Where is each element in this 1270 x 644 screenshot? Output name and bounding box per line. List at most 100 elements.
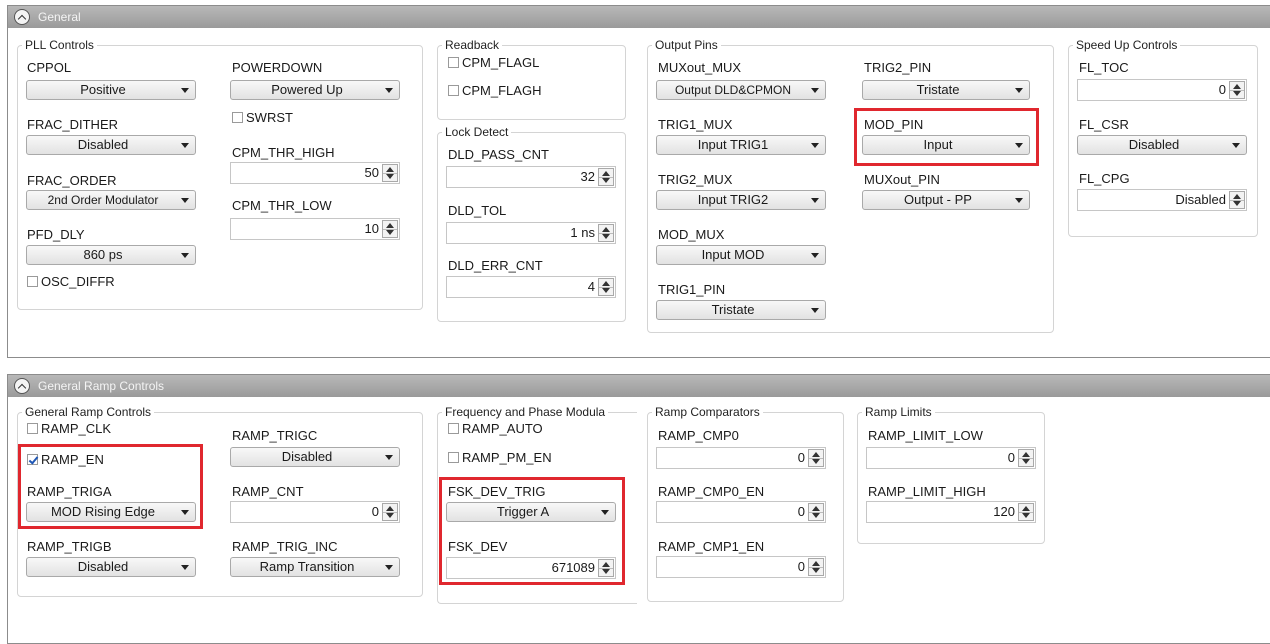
checkbox-icon [27, 276, 38, 287]
ramp-cnt-label: RAMP_CNT [232, 484, 304, 499]
powerdown-dropdown[interactable]: Powered Up [230, 80, 400, 100]
muxout-mux-label: MUXout_MUX [658, 60, 742, 75]
chevron-down-icon [811, 308, 819, 313]
spinner-icon[interactable] [808, 503, 824, 521]
ramp-limit-high-label: RAMP_LIMIT_HIGH [868, 484, 986, 499]
cpm-thr-low-label: CPM_THR_LOW [232, 198, 332, 213]
cpm-thr-high-input[interactable]: 50 [230, 162, 400, 184]
spinner-icon[interactable] [382, 220, 398, 238]
chevron-down-icon [181, 565, 189, 570]
muxout-pin-value: Output - PP [904, 192, 972, 207]
ramp-limit-high-input[interactable]: 120 [866, 501, 1036, 523]
ramp-trigc-value: Disabled [281, 449, 333, 464]
fl-cpg-label: FL_CPG [1079, 171, 1130, 186]
chevron-down-icon [1015, 198, 1023, 203]
ramp-cmp1-en-input[interactable]: 0 [656, 556, 826, 578]
trig1-mux-dropdown[interactable]: Input TRIG1 [656, 135, 826, 155]
ramp-cmp0-en-value: 0 [797, 504, 805, 519]
spinner-icon[interactable] [382, 503, 398, 521]
trig2-pin-value: Tristate [916, 82, 960, 97]
ramp-trigc-label: RAMP_TRIGC [232, 428, 318, 443]
spinner-icon[interactable] [598, 224, 614, 242]
spinner-icon[interactable] [382, 164, 398, 182]
chevron-down-icon [181, 253, 189, 258]
general-section-header[interactable]: General [8, 6, 1270, 28]
general-ramp-section-header[interactable]: General Ramp Controls [8, 375, 1270, 397]
spinner-icon[interactable] [808, 449, 824, 467]
cppol-dropdown[interactable]: Positive [26, 80, 196, 100]
chevron-down-icon [811, 143, 819, 148]
cpm-flagh-label: CPM_FLAGH [462, 83, 542, 98]
frac-order-dropdown[interactable]: 2nd Order Modulator [26, 190, 196, 210]
spinner-icon[interactable] [1018, 503, 1034, 521]
ramp-cmp0-en-input[interactable]: 0 [656, 501, 826, 523]
ramp-cmp0-value: 0 [797, 450, 805, 465]
trig2-mux-dropdown[interactable]: Input TRIG2 [656, 190, 826, 210]
cpm-thr-low-input[interactable]: 10 [230, 218, 400, 240]
dld-err-cnt-value: 4 [587, 279, 595, 294]
ramp-en-triga-highlight [18, 444, 203, 529]
ramp-trigc-dropdown[interactable]: Disabled [230, 447, 400, 467]
osc-diffr-checkbox[interactable]: OSC_DIFFR [27, 274, 115, 290]
ramp-trig-inc-dropdown[interactable]: Ramp Transition [230, 557, 400, 577]
ramp-auto-checkbox[interactable]: RAMP_AUTO [448, 421, 543, 437]
ramp-cmp0-input[interactable]: 0 [656, 447, 826, 469]
ramp-pm-en-checkbox[interactable]: RAMP_PM_EN [448, 450, 552, 466]
fl-toc-input[interactable]: 0 [1077, 79, 1247, 101]
chevron-down-icon [811, 253, 819, 258]
ramp-clk-checkbox[interactable]: RAMP_CLK [27, 421, 111, 437]
fl-cpg-input[interactable]: Disabled [1077, 189, 1247, 211]
chevron-down-icon [1232, 143, 1240, 148]
spinner-icon[interactable] [808, 558, 824, 576]
trig1-mux-value: Input TRIG1 [697, 137, 769, 152]
dld-tol-label: DLD_TOL [448, 203, 507, 218]
readback-title: Readback [442, 38, 503, 52]
powerdown-value: Powered Up [271, 82, 343, 97]
spinner-icon[interactable] [1229, 191, 1245, 209]
muxout-pin-dropdown[interactable]: Output - PP [862, 190, 1030, 210]
collapse-icon[interactable] [14, 378, 30, 394]
ramp-auto-label: RAMP_AUTO [462, 421, 543, 436]
ramp-pm-en-label: RAMP_PM_EN [462, 450, 552, 465]
collapse-icon[interactable] [14, 9, 30, 25]
fl-toc-label: FL_TOC [1079, 60, 1129, 75]
dld-err-cnt-input[interactable]: 4 [446, 276, 616, 298]
ramp-trig-inc-label: RAMP_TRIG_INC [232, 539, 338, 554]
dld-err-cnt-label: DLD_ERR_CNT [448, 258, 543, 273]
dld-pass-cnt-input[interactable]: 32 [446, 166, 616, 188]
trig2-mux-value: Input TRIG2 [697, 192, 769, 207]
ramp-trigb-label: RAMP_TRIGB [27, 539, 112, 554]
spinner-icon[interactable] [1018, 449, 1034, 467]
chevron-down-icon [1015, 88, 1023, 93]
cpm-flagl-checkbox[interactable]: CPM_FLAGL [448, 55, 539, 71]
mod-pin-highlight [854, 108, 1039, 166]
trig2-pin-dropdown[interactable]: Tristate [862, 80, 1030, 100]
pfd-dly-dropdown[interactable]: 860 ps [26, 245, 196, 265]
general-section-title: General [38, 10, 81, 24]
frac-order-value: 2nd Order Modulator [47, 193, 159, 207]
checkbox-icon [27, 423, 38, 434]
frac-dither-dropdown[interactable]: Disabled [26, 135, 196, 155]
cpm-thr-low-value: 10 [364, 221, 379, 236]
spinner-icon[interactable] [1229, 81, 1245, 99]
ramp-trigb-dropdown[interactable]: Disabled [26, 557, 196, 577]
swrst-checkbox[interactable]: SWRST [232, 110, 293, 126]
trig1-pin-dropdown[interactable]: Tristate [656, 300, 826, 320]
general-ramp-controls-title: General Ramp Controls [22, 405, 155, 419]
chevron-down-icon [385, 88, 393, 93]
spinner-icon[interactable] [598, 168, 614, 186]
ramp-limit-low-input[interactable]: 0 [866, 447, 1036, 469]
dld-pass-cnt-value: 32 [580, 169, 595, 184]
cppol-value: Positive [80, 82, 126, 97]
frac-dither-value: Disabled [77, 137, 129, 152]
cpm-flagh-checkbox[interactable]: CPM_FLAGH [448, 83, 541, 99]
muxout-mux-dropdown[interactable]: Output DLD&CPMON [656, 80, 826, 100]
ramp-cnt-input[interactable]: 0 [230, 501, 400, 523]
dld-tol-input[interactable]: 1 ns [446, 222, 616, 244]
checkbox-icon [448, 85, 459, 96]
ramp-cnt-value: 0 [371, 504, 379, 519]
spinner-icon[interactable] [598, 278, 614, 296]
freq-phase-modulation-title: Frequency and Phase Modula [442, 405, 609, 419]
fl-csr-dropdown[interactable]: Disabled [1077, 135, 1247, 155]
mod-mux-dropdown[interactable]: Input MOD [656, 245, 826, 265]
